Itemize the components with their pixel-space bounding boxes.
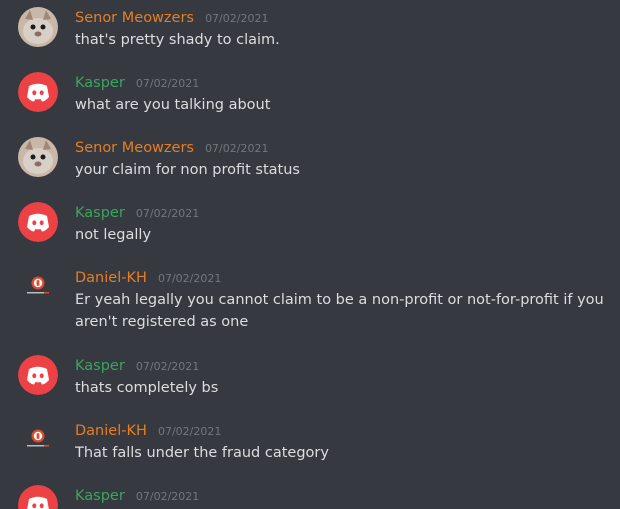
cat-photo-avatar	[18, 7, 58, 47]
message-text: that's pretty shady to claim.	[75, 32, 280, 48]
timestamp: 07/02/2021	[157, 425, 222, 438]
username[interactable]: Kasper	[75, 75, 125, 91]
avatar[interactable]	[18, 485, 58, 509]
message-text: what are you talking about	[75, 97, 271, 113]
kh-logo-avatar	[18, 267, 58, 307]
timestamp: 07/02/2021	[135, 207, 200, 220]
username[interactable]: Daniel-KH	[75, 270, 147, 286]
timestamp: 07/02/2021	[135, 490, 200, 503]
timestamp: 07/02/2021	[205, 142, 269, 155]
discord-logo-icon	[18, 202, 58, 242]
timestamp: 07/02/2021	[135, 360, 200, 373]
message-text: thats completely bs	[75, 380, 219, 396]
discord-logo-icon	[18, 355, 58, 395]
username[interactable]: Kasper	[75, 488, 125, 504]
avatar[interactable]	[18, 267, 58, 307]
username[interactable]: Kasper	[75, 358, 125, 374]
username[interactable]: Daniel-KH	[75, 423, 147, 439]
timestamp: 07/02/2021	[157, 272, 222, 285]
message-text: That falls under the fraud category	[75, 445, 329, 461]
cat-photo-avatar	[18, 137, 58, 177]
timestamp: 07/02/2021	[205, 12, 269, 25]
message-text: your claim for non profit status	[75, 162, 300, 178]
avatar[interactable]	[18, 355, 58, 395]
avatar[interactable]	[18, 137, 58, 177]
avatar[interactable]	[18, 7, 58, 47]
message-text: not legally	[75, 227, 152, 243]
username[interactable]: Kasper	[75, 205, 125, 221]
avatar[interactable]	[18, 420, 58, 460]
timestamp: 07/02/2021	[135, 77, 200, 90]
discord-logo-icon	[18, 485, 58, 509]
kh-logo-avatar	[18, 420, 58, 460]
avatar[interactable]	[18, 202, 58, 242]
username[interactable]: Senor Meowzers	[75, 10, 194, 26]
message-text: Er yeah legally you cannot claim to be a…	[75, 292, 604, 330]
chat-message-list[interactable]: Senor Meowzers 07/02/2021 that's pretty …	[0, 0, 620, 509]
username[interactable]: Senor Meowzers	[75, 140, 194, 156]
avatar[interactable]	[18, 72, 58, 112]
discord-logo-icon	[18, 72, 58, 112]
